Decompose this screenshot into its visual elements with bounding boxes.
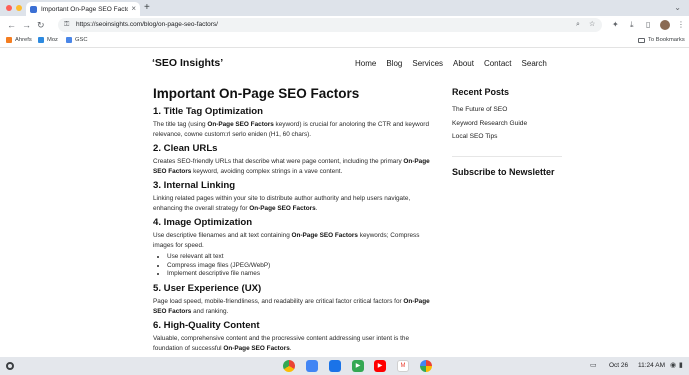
close-tab-icon[interactable]: × [131, 5, 136, 13]
close-window-button[interactable] [6, 5, 12, 11]
ahrefs-icon [6, 37, 12, 43]
profile-avatar[interactable] [660, 20, 670, 30]
forward-icon[interactable]: → [22, 19, 31, 31]
section-heading: 2. Clean URLs [153, 143, 218, 154]
menu-icon[interactable]: ⋮ [677, 19, 685, 31]
bookmark-moz[interactable]: Moz [38, 37, 58, 43]
downloads-icon[interactable]: ⤓ [630, 19, 634, 31]
section-paragraph: Creates SEO-friendly URLs that describe … [153, 158, 430, 175]
browser-tab-bar: Important On-Page SEO Factors × + ⌄ [0, 0, 689, 16]
list-item: Compress image files (JPEG/WebP) [167, 262, 435, 271]
docs-icon[interactable] [329, 360, 341, 372]
active-tab[interactable]: Important On-Page SEO Factors × [26, 2, 140, 16]
section-heading: 5. User Experience (UX) [153, 283, 262, 295]
section-paragraph: Page load speed, mobile-friendliness, an… [153, 298, 430, 315]
photos-icon[interactable] [420, 360, 432, 372]
list-item: Use relevant alt text [167, 253, 435, 262]
star-icon[interactable]: ☆ [589, 20, 595, 30]
play-store-icon[interactable]: ▶ [352, 360, 364, 372]
reload-icon[interactable]: ↻ [37, 19, 45, 31]
nav-contact[interactable]: Contact [484, 59, 512, 68]
address-bar[interactable]: ⚿ https://seoinsights.com/blog/on-page-s… [58, 18, 602, 32]
browser-toolbar: ← → ↻ ⚿ https://seoinsights.com/blog/on-… [0, 16, 689, 34]
bookmark-label: Moz [47, 37, 58, 43]
recent-posts-heading: Recent Posts [452, 87, 510, 97]
section-paragraph: Linking related pages within your site t… [153, 195, 411, 212]
site-logo[interactable]: ‘SEO Insights’ [152, 57, 223, 69]
article-title: Important On-Page SEO Factors [153, 86, 360, 101]
wifi-icon[interactable]: ◉ [670, 361, 676, 371]
keyword-bold: On-Page SEO Factors [291, 232, 358, 239]
gsc-icon [66, 37, 72, 43]
shelf-date[interactable]: Oct 26 [609, 362, 628, 370]
battery-icon[interactable]: ▮ [679, 361, 683, 371]
minimize-window-button[interactable] [16, 5, 22, 11]
new-tab-button[interactable]: + [144, 2, 150, 14]
main-nav: Home Blog Services About Contact Search [355, 59, 547, 68]
tab-title: Important On-Page SEO Factors [41, 5, 129, 13]
bullet-list: Use relevant alt text Compress image fil… [167, 253, 435, 279]
keyword-bold: On-Page SEO Factors [207, 121, 274, 128]
shelf-time[interactable]: 11:24 AM [638, 362, 665, 370]
recent-post-link[interactable]: Keyword Research Guide [452, 117, 562, 131]
list-item: Implement descriptive file names [167, 270, 435, 279]
section-heading: 4. Image Optimization [153, 217, 253, 228]
section-heading: 1. Title Tag Optimization [153, 106, 263, 117]
gmail-icon[interactable]: M [397, 360, 409, 372]
section-paragraph: Use descriptive filenames and alt text c… [153, 232, 420, 249]
bookmarks-folder-label: To Bookmarks [648, 37, 685, 43]
launcher-icon[interactable] [6, 362, 14, 370]
screen-capture-icon[interactable]: ▭ [590, 361, 597, 371]
bookmarks-folder[interactable]: To Bookmarks [638, 37, 685, 43]
bookmark-label: GSC [75, 37, 88, 43]
bookmark-gsc[interactable]: GSC [66, 37, 88, 43]
keyword-bold: On-Page SEO Factors [223, 344, 290, 352]
subscribe-heading: Subscribe to Newsletter [452, 155, 562, 178]
youtube-icon[interactable]: ▶ [374, 360, 386, 372]
bookmarks-bar: Ahrefs Moz GSC To Bookmarks [0, 34, 689, 48]
nav-home[interactable]: Home [355, 59, 376, 68]
sidebar: Recent Posts The Future of SEO Keyword R… [452, 86, 562, 178]
os-shelf: ▶ ▶ M ▭ Oct 26 11:24 AM ◉ ▮ [0, 357, 689, 375]
folder-icon [638, 37, 645, 43]
site-header: ‘SEO Insights’ Home Blog Services About … [0, 48, 689, 78]
article: Important On-Page SEO Factors 1. Title T… [153, 86, 435, 353]
section-paragraph: Valuable, comprehensive content and the … [153, 335, 410, 352]
chrome-icon[interactable] [283, 360, 295, 372]
tab-search-icon[interactable]: ⌄ [674, 2, 681, 14]
recent-post-link[interactable]: Local SEO Tips [452, 130, 562, 144]
back-icon[interactable]: ← [7, 19, 16, 31]
keyword-bold: On-Page SEO Factors [249, 204, 316, 212]
bookmark-ahrefs[interactable]: Ahrefs [6, 37, 32, 43]
files-icon[interactable] [306, 360, 318, 372]
section-heading: 3. Internal Linking [153, 180, 236, 191]
recent-post-link[interactable]: The Future of SEO [452, 103, 562, 117]
recent-posts-list: The Future of SEO Keyword Research Guide… [452, 103, 562, 144]
section-heading: 6. High-Quality Content [153, 320, 260, 332]
zoom-icon[interactable]: ⌕ [576, 20, 580, 30]
url-text[interactable]: https://seoinsights.com/blog/on-page-seo… [76, 21, 218, 29]
nav-services[interactable]: Services [412, 59, 443, 68]
extensions-icon[interactable]: ✦ [612, 19, 619, 31]
sidebar-icon[interactable]: ▯ [646, 19, 650, 31]
nav-about[interactable]: About [453, 59, 474, 68]
nav-search[interactable]: Search [522, 59, 547, 68]
favicon-icon [30, 5, 37, 13]
lock-icon[interactable]: ⚿ [64, 20, 69, 30]
section-paragraph: The title tag (using On-Page SEO Factors… [153, 121, 429, 138]
nav-blog[interactable]: Blog [386, 59, 402, 68]
moz-icon [38, 37, 44, 43]
bookmark-label: Ahrefs [15, 37, 32, 43]
